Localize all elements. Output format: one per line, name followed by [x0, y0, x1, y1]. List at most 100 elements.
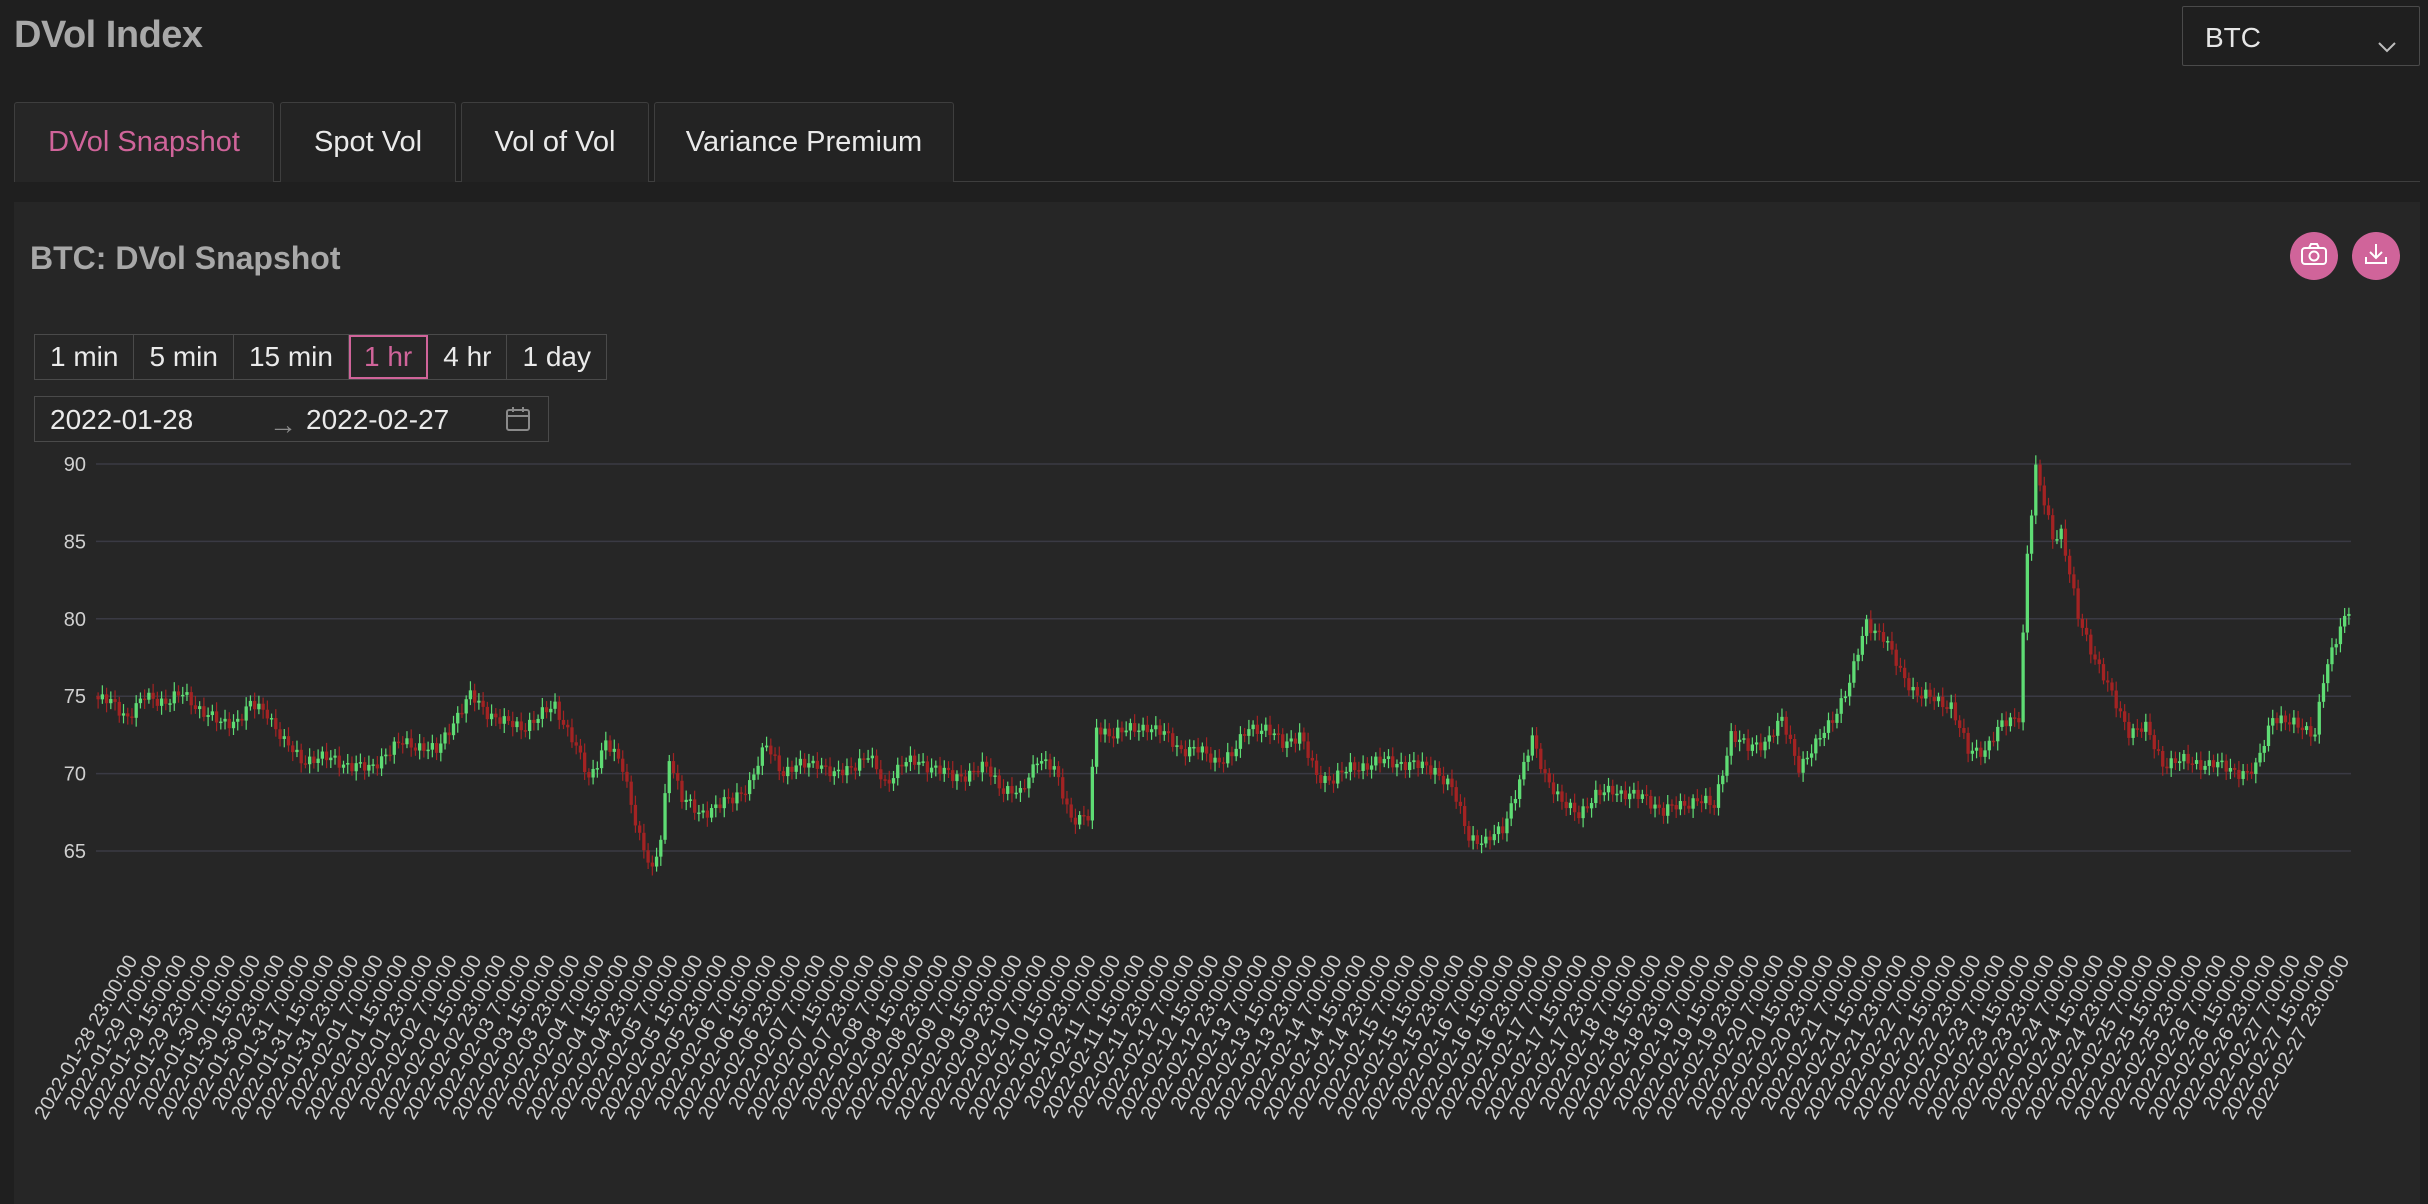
candle — [1767, 726, 1771, 750]
candle-body — [1006, 786, 1010, 794]
candle — [134, 695, 138, 727]
candle — [2321, 674, 2326, 708]
candle-body — [2338, 626, 2343, 645]
candle — [773, 747, 777, 761]
candle — [1293, 732, 1298, 753]
tab-variance-premium[interactable]: Variance Premium — [654, 102, 954, 182]
candle — [2063, 519, 2068, 562]
candle — [1780, 708, 1784, 727]
candle-body — [1281, 734, 1285, 748]
candle — [748, 772, 752, 801]
tab-spot-vol[interactable]: Spot Vol — [280, 102, 456, 182]
candle — [2156, 739, 2161, 756]
candle-body — [316, 758, 320, 764]
candle-body — [2262, 746, 2266, 753]
candle — [811, 755, 815, 768]
candle-body — [1974, 747, 1979, 751]
candle — [286, 727, 291, 752]
candle — [2093, 646, 2097, 665]
candle — [2262, 739, 2266, 763]
candle-body — [1759, 742, 1763, 751]
candle — [308, 748, 312, 774]
asset-select[interactable]: BTC — [2182, 6, 2420, 66]
tab-dvol-snapshot[interactable]: DVol Snapshot — [14, 102, 274, 182]
candle — [1149, 724, 1154, 740]
candle — [1196, 737, 1200, 760]
candle — [1331, 773, 1336, 793]
candle-body — [1408, 762, 1412, 771]
candle — [688, 794, 693, 808]
candle-body — [836, 769, 841, 772]
candle — [1653, 796, 1657, 818]
candle — [853, 762, 858, 780]
chart-panel: BTC: DVol Snapshot 1 min 5 min 15 min 1 … — [14, 202, 2420, 1204]
candle — [1788, 725, 1793, 744]
candle-body — [100, 694, 104, 700]
candle-body — [274, 718, 278, 730]
candle — [2271, 709, 2275, 735]
candle-body — [1577, 812, 1581, 819]
candle — [1251, 720, 1255, 737]
candle-body — [1623, 790, 1628, 800]
y-tick-label: 90 — [64, 454, 86, 476]
candle — [1082, 805, 1086, 826]
candle-body — [1023, 788, 1027, 790]
candle — [1826, 712, 1831, 740]
candle — [2233, 763, 2237, 778]
candle — [1446, 774, 1450, 791]
candle-body — [2283, 715, 2288, 723]
candle — [1729, 723, 1733, 765]
candle-body — [1052, 766, 1056, 770]
candle — [1551, 773, 1556, 804]
candle — [248, 695, 253, 711]
candle-body — [574, 742, 578, 746]
candle — [781, 766, 786, 783]
candle — [291, 740, 295, 762]
candle-body — [2101, 664, 2106, 681]
candle-body — [1001, 788, 1006, 794]
candle — [1145, 715, 1149, 741]
candle — [849, 757, 853, 775]
candle-body — [1746, 738, 1750, 751]
candle — [210, 704, 214, 721]
candle — [608, 735, 612, 757]
candle-body — [2135, 728, 2139, 730]
candle — [320, 746, 324, 766]
candle — [1175, 736, 1179, 757]
candle — [1903, 659, 1907, 688]
candle — [1560, 784, 1564, 810]
candle — [1226, 742, 1230, 768]
candle-body — [2216, 761, 2220, 768]
candle — [1463, 797, 1467, 835]
candle — [206, 707, 210, 727]
candle — [1543, 759, 1547, 783]
candle-body — [1433, 767, 1437, 775]
candle-body — [265, 709, 269, 719]
candle-body — [583, 752, 587, 773]
candle-body — [333, 755, 337, 758]
candle — [1412, 752, 1416, 770]
candle-body — [1276, 733, 1281, 735]
candle — [100, 685, 104, 704]
candle — [2008, 712, 2013, 732]
candle — [828, 757, 832, 782]
candle-body — [320, 751, 324, 759]
candle-body — [549, 708, 553, 713]
candle-body — [2228, 767, 2233, 772]
candle-body — [434, 743, 439, 753]
candle — [346, 753, 350, 774]
candle-body — [1568, 802, 1573, 809]
tab-vol-of-vol[interactable]: Vol of Vol — [461, 102, 649, 182]
candle-body — [1924, 689, 1928, 699]
candle — [523, 723, 528, 738]
candle-body — [371, 764, 375, 766]
candle-body — [2072, 574, 2076, 589]
candle-body — [1767, 735, 1771, 742]
candle-body — [498, 717, 502, 724]
candle-body — [1374, 756, 1378, 766]
candle — [1534, 727, 1539, 758]
candle — [1031, 755, 1035, 783]
candle — [1881, 623, 1886, 649]
candle — [1606, 777, 1611, 801]
candle-body — [1090, 766, 1094, 821]
